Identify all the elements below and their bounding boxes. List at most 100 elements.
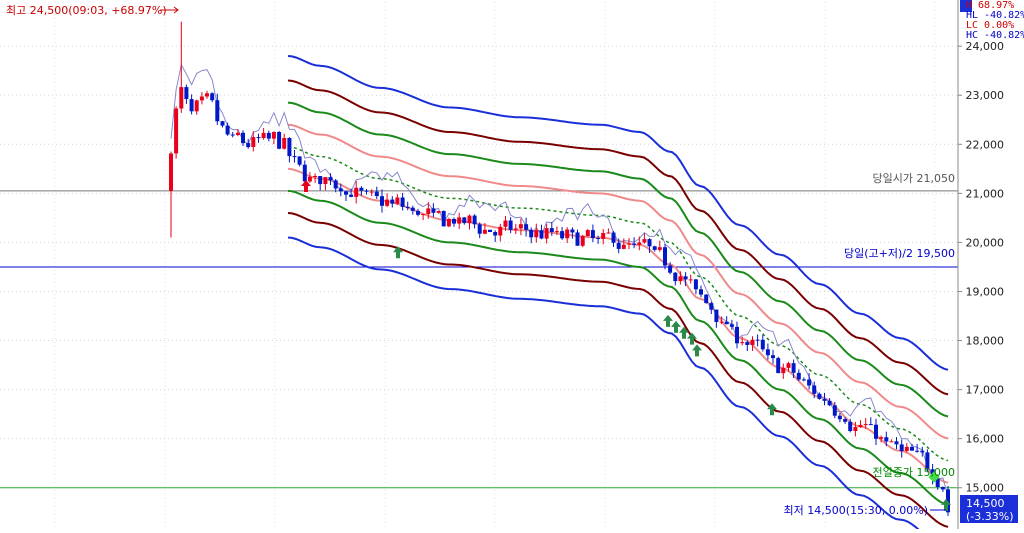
candle-body bbox=[498, 226, 503, 236]
candle-body bbox=[776, 358, 781, 374]
open-line-label: 당일시가 21,050 bbox=[873, 171, 955, 185]
candle-body bbox=[452, 219, 456, 224]
candle-body bbox=[534, 230, 539, 238]
candle-body bbox=[390, 199, 395, 204]
lower-band-1 bbox=[287, 236, 924, 533]
candle-body bbox=[199, 96, 204, 101]
candle-body bbox=[369, 191, 374, 193]
candle-body bbox=[431, 208, 436, 213]
candle-body bbox=[796, 372, 801, 380]
y-tick-label: 20,000 bbox=[966, 236, 1005, 249]
candle-body bbox=[215, 100, 220, 122]
candle-body bbox=[899, 444, 904, 451]
candle-body bbox=[575, 232, 580, 246]
candle-body bbox=[225, 125, 230, 135]
upper-band-4 bbox=[287, 123, 949, 440]
candle-body bbox=[261, 132, 266, 138]
candle-body bbox=[380, 196, 384, 206]
candle-body bbox=[220, 121, 225, 126]
candle-body bbox=[637, 242, 642, 245]
y-tick-label: 19,000 bbox=[966, 285, 1005, 298]
signal-arrow bbox=[671, 320, 681, 333]
low-annotation: 최저 14,500(15:30, 0.00%) bbox=[784, 504, 928, 517]
candle-body bbox=[853, 427, 858, 431]
candle-body bbox=[590, 230, 595, 238]
candle-body bbox=[621, 244, 626, 249]
candle-body bbox=[693, 279, 698, 290]
candle-body bbox=[632, 243, 637, 245]
y-tick-label: 21,000 bbox=[966, 187, 1005, 200]
candlestick-chart: 24,000 23,000 22,000 21,000 20,000 19,000 18,0… bbox=[0, 0, 1024, 533]
y-tick-label: 17,000 bbox=[966, 384, 1005, 397]
candle-body bbox=[735, 326, 739, 344]
candle-body bbox=[210, 93, 215, 101]
candle-body bbox=[874, 424, 878, 439]
candle-body bbox=[271, 132, 276, 139]
thin-line bbox=[170, 63, 949, 497]
candle-body bbox=[189, 99, 194, 112]
lower-band-4 bbox=[287, 167, 949, 484]
candle-body bbox=[771, 355, 775, 359]
candle-body bbox=[488, 229, 492, 232]
candle-body bbox=[740, 342, 745, 344]
candle-body bbox=[663, 247, 667, 266]
candle-body bbox=[302, 164, 307, 182]
candle-body bbox=[688, 279, 693, 281]
reference-lines bbox=[0, 190, 958, 489]
mid-line-label: 당일(고+저)/2 19,500 bbox=[844, 246, 955, 260]
candle-body bbox=[436, 211, 441, 213]
candle-body bbox=[729, 324, 734, 327]
candle-body bbox=[549, 228, 554, 232]
candle-body bbox=[719, 321, 724, 323]
candle-body bbox=[606, 232, 611, 234]
candle-body bbox=[395, 197, 400, 204]
current-change: (-3.33%) bbox=[966, 510, 1014, 523]
candle-body bbox=[457, 217, 462, 224]
candle-body bbox=[364, 190, 369, 192]
candle-body bbox=[647, 239, 652, 247]
candle-body bbox=[585, 230, 590, 236]
candle-body bbox=[616, 242, 621, 249]
signal-arrow bbox=[687, 332, 697, 345]
candle-body bbox=[169, 153, 173, 191]
candles bbox=[169, 21, 950, 517]
candle-body bbox=[642, 239, 647, 243]
candle-body bbox=[529, 229, 534, 238]
y-tick-label: 16,000 bbox=[966, 433, 1005, 446]
candle-body bbox=[354, 187, 359, 197]
candle-body bbox=[544, 228, 549, 239]
candle-body bbox=[699, 289, 703, 295]
candle-body bbox=[565, 229, 570, 239]
lower-band-2 bbox=[287, 212, 949, 528]
candle-body bbox=[560, 231, 565, 239]
candle-body bbox=[668, 265, 673, 273]
candle-body bbox=[493, 232, 498, 236]
candle-body bbox=[750, 339, 755, 345]
candle-body bbox=[920, 450, 925, 453]
candle-body bbox=[884, 437, 889, 442]
candle-body bbox=[426, 208, 431, 215]
candle-body bbox=[184, 87, 189, 99]
candle-body bbox=[709, 303, 714, 310]
candle-body bbox=[837, 415, 842, 420]
y-tick-label: 24,000 bbox=[966, 40, 1005, 53]
candle-body bbox=[915, 450, 920, 452]
candle-body bbox=[472, 215, 477, 225]
candle-body bbox=[297, 156, 302, 165]
candle-body bbox=[554, 231, 559, 233]
candle-body bbox=[235, 132, 240, 135]
candle-body bbox=[678, 276, 683, 282]
candle-body bbox=[307, 176, 312, 182]
candle-body bbox=[477, 224, 482, 234]
candle-body bbox=[462, 217, 467, 224]
y-tick-label: 18,000 bbox=[966, 335, 1005, 348]
candle-body bbox=[611, 232, 616, 243]
candle-body bbox=[657, 247, 662, 250]
candle-body bbox=[745, 342, 750, 345]
candle-body bbox=[843, 419, 848, 422]
candle-body bbox=[482, 229, 487, 234]
candle-body bbox=[570, 229, 575, 233]
candle-body bbox=[781, 367, 786, 374]
candle-body bbox=[760, 339, 765, 350]
intraday-line bbox=[170, 63, 949, 497]
